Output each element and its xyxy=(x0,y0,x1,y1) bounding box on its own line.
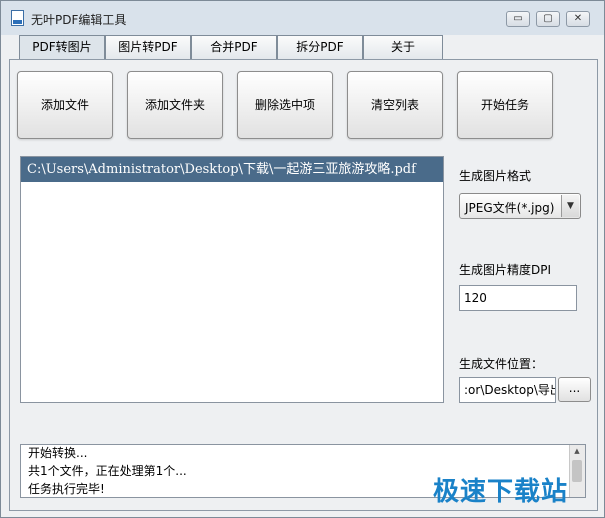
delete-selected-button[interactable]: 删除选中项 xyxy=(237,71,333,139)
add-folder-button[interactable]: 添加文件夹 xyxy=(127,71,223,139)
start-task-button[interactable]: 开始任务 xyxy=(457,71,553,139)
dpi-label: 生成图片精度DPI xyxy=(459,263,552,277)
watermark-logo: 极速下载站 xyxy=(433,477,569,507)
tab-split-pdf[interactable]: 拆分PDF xyxy=(277,35,363,59)
minimize-button[interactable]: ▭ xyxy=(506,11,530,27)
log-line: 任务执行完毕! xyxy=(28,482,105,496)
clear-list-button[interactable]: 清空列表 xyxy=(347,71,443,139)
tab-image-to-pdf[interactable]: 图片转PDF xyxy=(105,35,191,59)
app-window: 无叶PDF编辑工具 ▭ ▢ ✕ PDF转图片 图片转PDF 合并PDF 拆分PD… xyxy=(0,0,605,518)
output-path-input[interactable]: :or\Desktop\导出 xyxy=(459,377,556,403)
scrollbar-thumb[interactable] xyxy=(572,460,582,482)
tab-merge-pdf[interactable]: 合并PDF xyxy=(191,35,277,59)
file-list[interactable]: C:\Users\Administrator\Desktop\下载\一起游三亚旅… xyxy=(20,156,444,403)
log-line: 开始转换... xyxy=(28,446,88,460)
chevron-down-icon[interactable]: ▼ xyxy=(561,195,579,217)
tab-about[interactable]: 关于 xyxy=(363,35,443,59)
window-title: 无叶PDF编辑工具 xyxy=(31,13,127,27)
dpi-input[interactable]: 120 xyxy=(459,285,577,311)
close-button[interactable]: ✕ xyxy=(566,11,590,27)
format-label: 生成图片格式 xyxy=(459,169,532,183)
pdf-app-icon xyxy=(11,10,24,26)
scroll-up-icon[interactable]: ▲ xyxy=(571,446,583,457)
restore-button[interactable]: ▢ xyxy=(536,11,560,27)
add-file-button[interactable]: 添加文件 xyxy=(17,71,113,139)
format-select[interactable]: JPEG文件(*.jpg) ▼ xyxy=(459,193,581,219)
format-select-value: JPEG文件(*.jpg) xyxy=(465,201,555,215)
output-location-label: 生成文件位置： xyxy=(459,357,544,371)
title-bar[interactable]: 无叶PDF编辑工具 ▭ ▢ ✕ xyxy=(1,1,604,35)
file-list-item[interactable]: C:\Users\Administrator\Desktop\下载\一起游三亚旅… xyxy=(21,157,443,182)
browse-button[interactable]: ... xyxy=(558,377,591,402)
tab-pdf-to-image[interactable]: PDF转图片 xyxy=(19,35,105,59)
log-scrollbar[interactable]: ▲ xyxy=(569,445,585,497)
log-line: 共1个文件，正在处理第1个... xyxy=(28,464,187,478)
